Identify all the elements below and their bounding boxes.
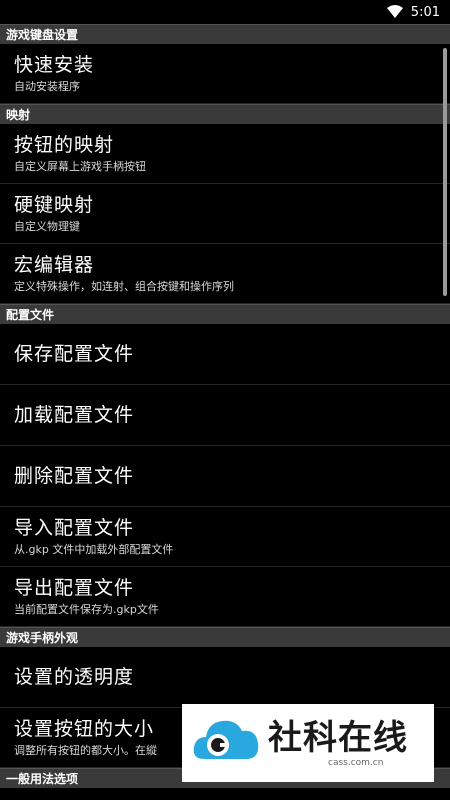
item-subtitle: 自动安装程序 <box>14 80 80 93</box>
status-time: 5:01 <box>410 4 440 20</box>
section-header-appearance: 游戏手柄外观 <box>0 627 450 647</box>
scrollbar[interactable] <box>443 48 447 296</box>
item-title: 保存配置文件 <box>14 343 135 365</box>
settings-list[interactable]: 游戏键盘设置 快速安装 自动安装程序 映射 按钮的映射 自定义屏幕上游戏手柄按钮… <box>0 24 450 800</box>
item-title: 设置的透明度 <box>14 666 135 688</box>
item-subtitle: 从.gkp 文件中加载外部配置文件 <box>14 543 174 556</box>
watermark-url: cass.com.cn <box>328 758 384 768</box>
watermark-text: 社科在线 cass.com.cn <box>268 718 408 768</box>
item-title: 按钮的映射 <box>14 134 115 156</box>
item-title: 导入配置文件 <box>14 517 135 539</box>
quick-install-item[interactable]: 快速安装 自动安装程序 <box>0 44 450 104</box>
item-title: 快速安装 <box>14 54 95 76</box>
export-profile-item[interactable]: 导出配置文件 当前配置文件保存为.gkp文件 <box>0 567 450 627</box>
item-title: 硬键映射 <box>14 194 95 216</box>
load-profile-item[interactable]: 加载配置文件 <box>0 385 450 446</box>
macro-editor-item[interactable]: 宏编辑器 定义特殊操作，如连射、组合按键和操作序列 <box>0 244 450 304</box>
import-profile-item[interactable]: 导入配置文件 从.gkp 文件中加载外部配置文件 <box>0 507 450 567</box>
button-mapping-item[interactable]: 按钮的映射 自定义屏幕上游戏手柄按钮 <box>0 124 450 184</box>
section-header-gamepad: 游戏键盘设置 <box>0 24 450 44</box>
transparency-item[interactable]: 设置的透明度 <box>0 647 450 708</box>
delete-profile-item[interactable]: 删除配置文件 <box>0 446 450 507</box>
item-title: 删除配置文件 <box>14 465 135 487</box>
section-header-profiles: 配置文件 <box>0 304 450 324</box>
watermark: 社科在线 cass.com.cn <box>182 704 434 782</box>
section-header-mapping: 映射 <box>0 104 450 124</box>
item-title: 加载配置文件 <box>14 404 135 426</box>
watermark-title: 社科在线 <box>268 718 408 758</box>
item-subtitle: 自定义屏幕上游戏手柄按钮 <box>14 160 146 173</box>
hardkey-mapping-item[interactable]: 硬键映射 自定义物理键 <box>0 184 450 244</box>
item-subtitle: 当前配置文件保存为.gkp文件 <box>14 603 159 616</box>
item-title: 导出配置文件 <box>14 577 135 599</box>
item-title: 宏编辑器 <box>14 254 95 276</box>
wifi-icon <box>386 5 403 18</box>
cloud-logo-icon <box>193 720 259 759</box>
item-subtitle: 定义特殊操作，如连射、组合按键和操作序列 <box>14 280 234 293</box>
save-profile-item[interactable]: 保存配置文件 <box>0 324 450 385</box>
status-bar: 5:01 <box>0 0 450 24</box>
item-subtitle: 自定义物理键 <box>14 220 80 233</box>
